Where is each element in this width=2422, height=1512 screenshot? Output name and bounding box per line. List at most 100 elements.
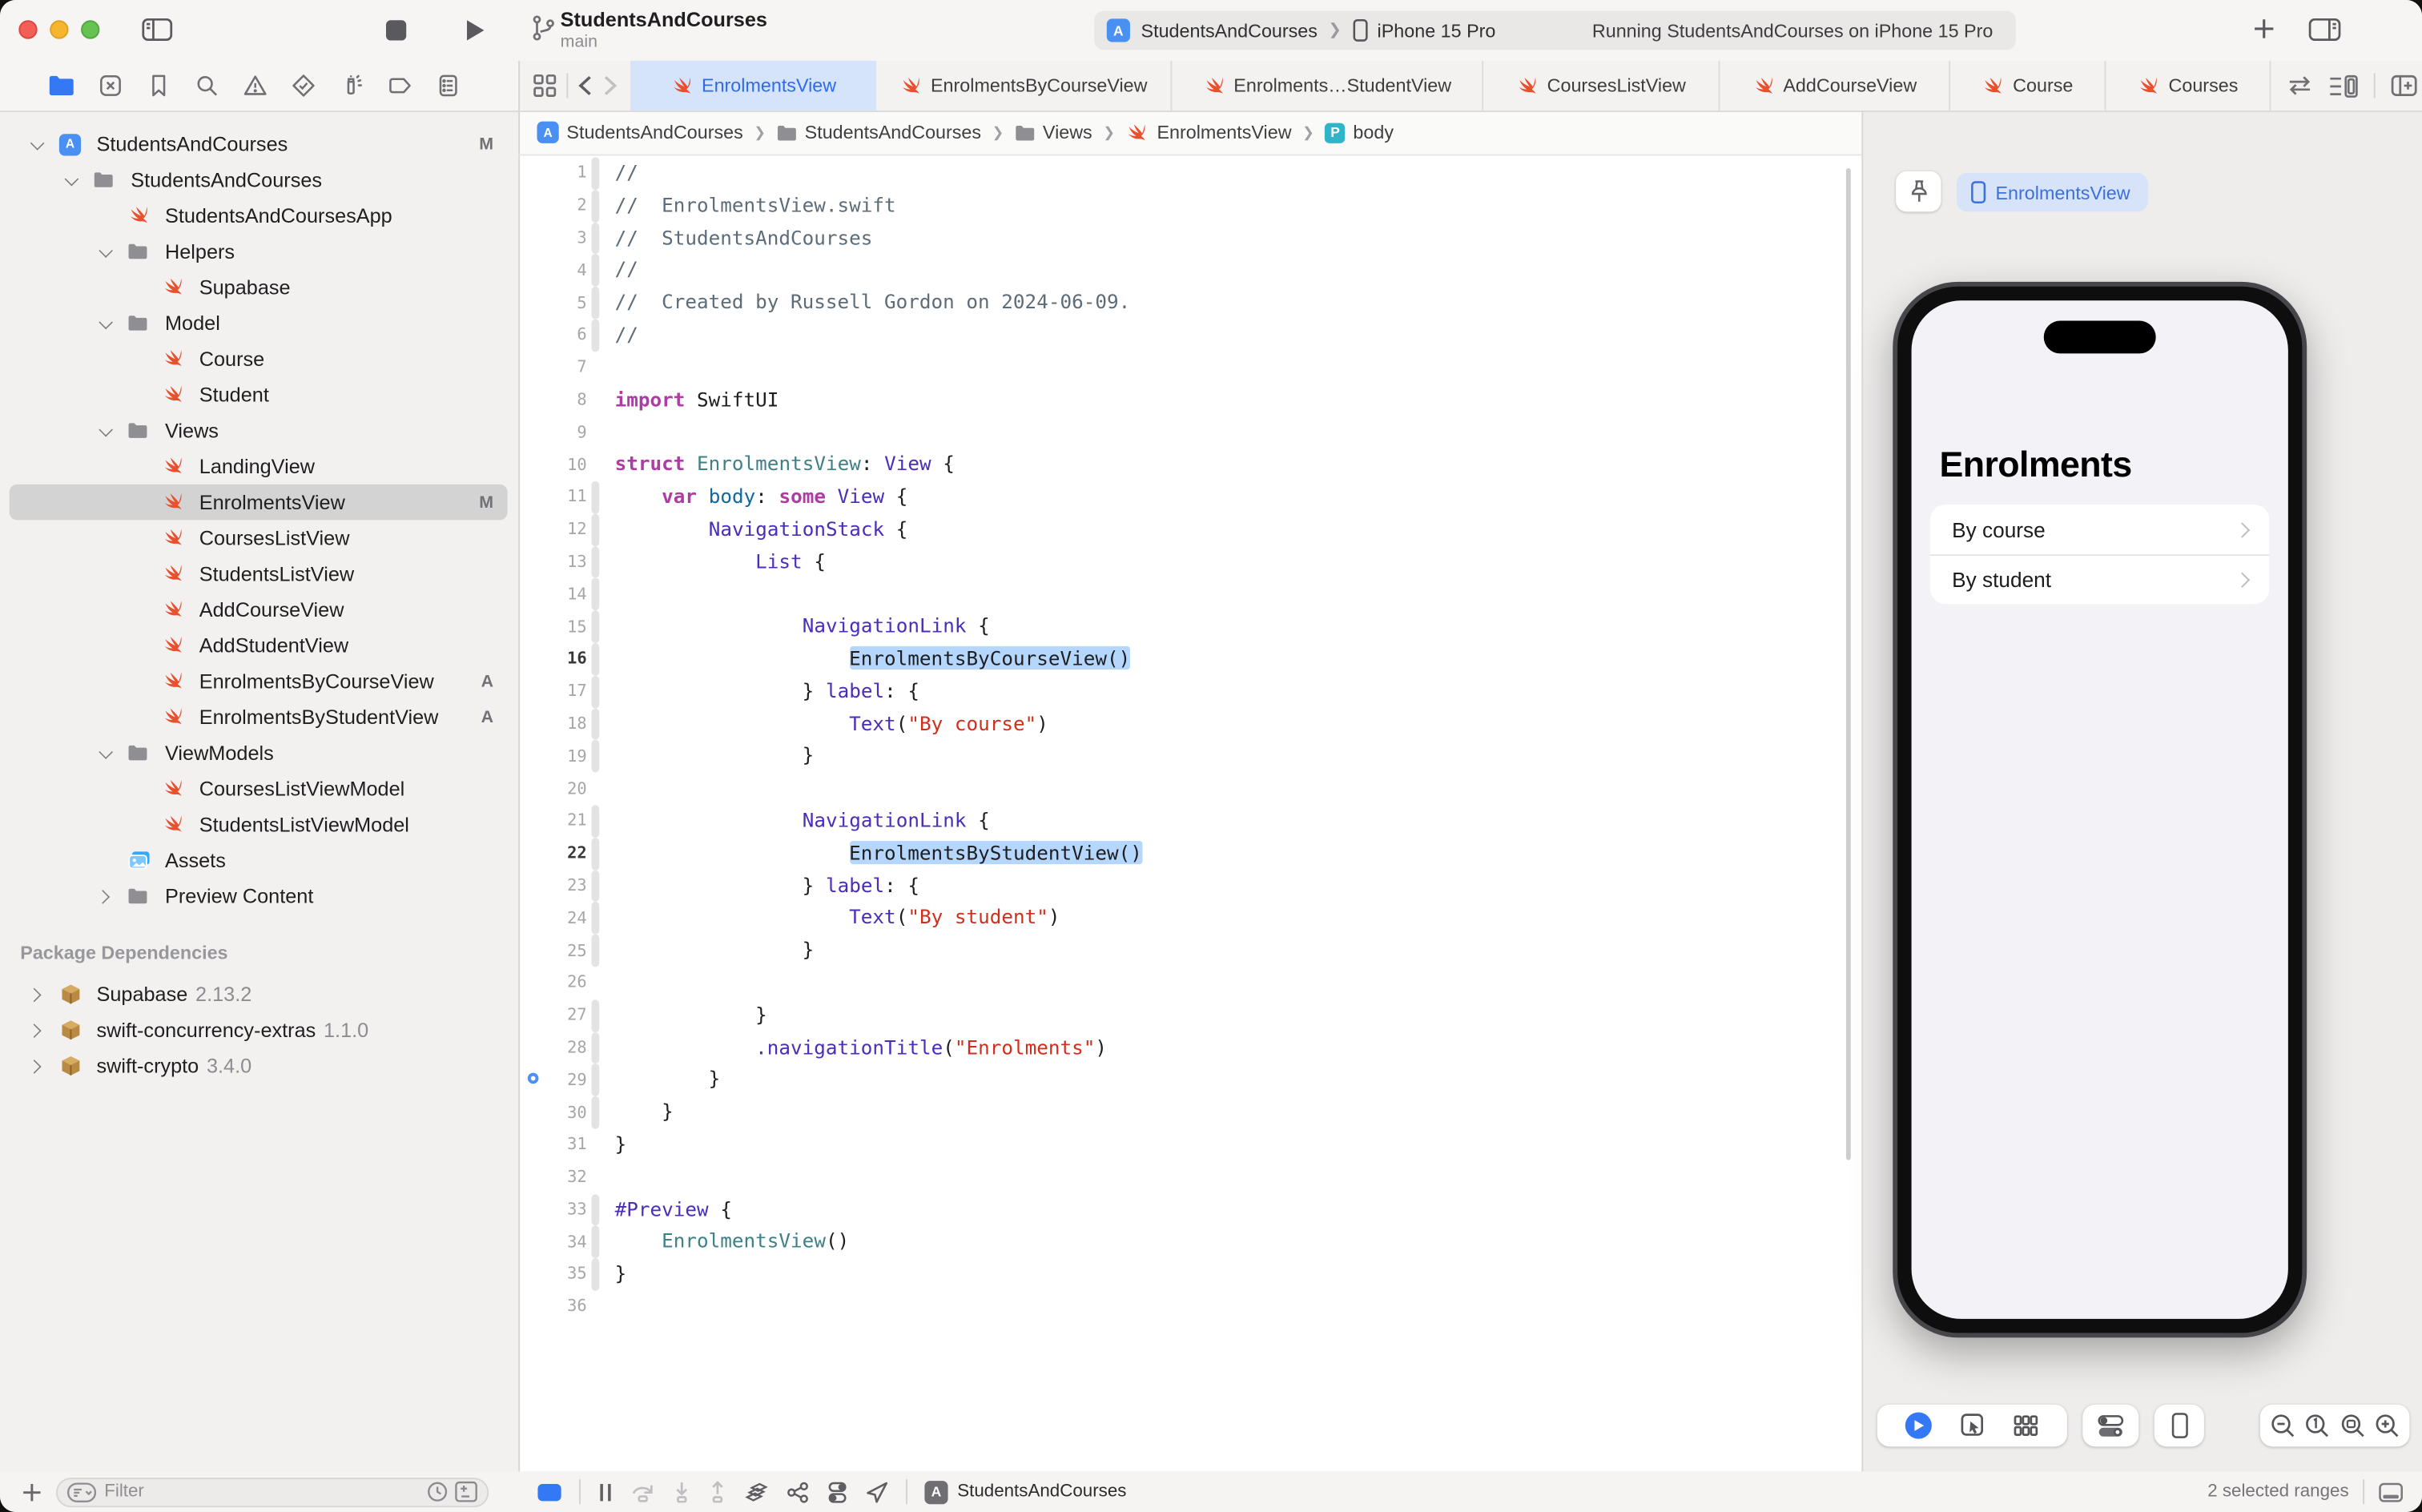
device-settings-button[interactable] — [2082, 1405, 2138, 1446]
code-line-10[interactable]: 10struct EnrolmentsView: View { — [518, 448, 1861, 481]
debug-navigator-icon[interactable] — [340, 73, 364, 98]
sidebar-item-studentslistview[interactable]: StudentsListView — [0, 556, 518, 592]
sidebar-item-helpers[interactable]: Helpers — [0, 234, 518, 270]
chevron-down-icon[interactable] — [99, 247, 115, 256]
ios-list-row-by-student[interactable]: By student — [1930, 554, 2270, 604]
sidebar-item-model[interactable]: Model — [0, 305, 518, 341]
editor-tab-courseslistview[interactable]: CoursesListView — [1483, 61, 1720, 111]
sidebar-item-studentslistviewmodel[interactable]: StudentsListViewModel — [0, 806, 518, 842]
preview-device-button[interactable] — [2154, 1405, 2204, 1446]
debug-hierarchy-icon[interactable] — [786, 1480, 809, 1503]
sidebar-item-courseslistviewmodel[interactable]: CoursesListViewModel — [0, 770, 518, 806]
chevron-right-icon[interactable] — [99, 890, 115, 903]
environment-overrides-icon[interactable] — [827, 1480, 848, 1503]
related-items-icon[interactable] — [533, 73, 557, 98]
breadcrumb-item[interactable]: AStudentsAndCourses — [537, 122, 742, 143]
jump-bar[interactable]: AStudentsAndCourses❯StudentsAndCourses❯V… — [518, 111, 1861, 154]
search-navigator-icon[interactable] — [195, 73, 219, 98]
sidebar-item-enrolmentsbycourseview[interactable]: EnrolmentsByCourseViewA — [0, 663, 518, 699]
minimize-window-button[interactable] — [50, 20, 68, 38]
chevron-down-icon[interactable] — [99, 319, 115, 328]
editor-scrollbar[interactable] — [1846, 168, 1851, 1160]
code-line-7[interactable]: 7 — [518, 352, 1861, 384]
test-navigator-icon[interactable] — [291, 73, 316, 98]
chevron-down-icon[interactable] — [99, 748, 115, 758]
code-line-3[interactable]: 3// StudentsAndCourses — [518, 222, 1861, 254]
sidebar-item-student[interactable]: Student — [0, 377, 518, 413]
zoom-window-button[interactable] — [81, 20, 99, 38]
code-line-17[interactable]: 17 } label: { — [518, 675, 1861, 707]
code-line-1[interactable]: 1// — [518, 157, 1861, 189]
code-line-12[interactable]: 12 NavigationStack { — [518, 513, 1861, 545]
package-item-swift-concurrency-extras[interactable]: swift-concurrency-extras1.1.0 — [0, 1012, 518, 1048]
code-line-15[interactable]: 15 NavigationLink { — [518, 611, 1861, 643]
iphone-screen[interactable]: Enrolments By courseBy student — [1912, 300, 2288, 1319]
breakpoint-navigator-icon[interactable] — [388, 73, 412, 98]
source-editor[interactable]: 1//2// EnrolmentsView.swift3// StudentsA… — [518, 154, 1861, 1471]
bookmark-navigator-icon[interactable] — [147, 73, 171, 98]
breadcrumb-item[interactable]: StudentsAndCourses — [777, 122, 981, 143]
code-line-30[interactable]: 30 } — [518, 1096, 1861, 1128]
code-line-23[interactable]: 23 } label: { — [518, 870, 1861, 902]
source-control-x-icon[interactable] — [98, 73, 123, 98]
destination-name[interactable]: iPhone 15 Pro — [1378, 19, 1496, 41]
step-out-icon[interactable] — [708, 1481, 726, 1502]
step-into-icon[interactable] — [673, 1481, 691, 1502]
breadcrumb-item[interactable]: EnrolmentsView — [1126, 121, 1292, 144]
code-line-19[interactable]: 19 } — [518, 740, 1861, 772]
chevron-down-icon[interactable] — [66, 175, 81, 185]
code-line-9[interactable]: 9 — [518, 416, 1861, 448]
code-line-22[interactable]: 22 EnrolmentsByStudentView() — [518, 838, 1861, 870]
variants-icon[interactable] — [2013, 1413, 2039, 1439]
code-line-25[interactable]: 25 } — [518, 935, 1861, 967]
go-back-icon[interactable] — [577, 74, 593, 96]
chevron-right-icon[interactable] — [31, 1060, 46, 1072]
chevron-down-icon[interactable] — [99, 426, 115, 436]
zoom-out-icon[interactable] — [2269, 1413, 2295, 1439]
chevron-right-icon[interactable] — [31, 988, 46, 1001]
code-line-35[interactable]: 35} — [518, 1258, 1861, 1290]
toggle-right-sidebar-icon[interactable] — [2308, 17, 2341, 42]
sidebar-item-views[interactable]: Views — [0, 412, 518, 448]
code-line-20[interactable]: 20 — [518, 773, 1861, 805]
simulate-location-icon[interactable] — [866, 1480, 889, 1503]
sidebar-item-supabase[interactable]: Supabase — [0, 269, 518, 305]
add-file-icon[interactable] — [22, 1482, 42, 1502]
toggle-debug-area-icon[interactable] — [2379, 1482, 2404, 1502]
swap-editor-icon[interactable] — [2287, 74, 2313, 96]
code-line-5[interactable]: 5// Created by Russell Gordon on 2024-06… — [518, 287, 1861, 319]
sidebar-item-studentsandcourses[interactable]: StudentsAndCourses — [0, 162, 518, 198]
code-line-26[interactable]: 26 — [518, 967, 1861, 999]
filter-field[interactable]: Filter — [56, 1477, 489, 1506]
zoom-100-icon[interactable] — [2304, 1413, 2331, 1439]
pin-preview-button[interactable] — [1896, 171, 1941, 212]
source-control-status-icon[interactable] — [454, 1481, 477, 1502]
code-line-31[interactable]: 31} — [518, 1128, 1861, 1160]
code-line-36[interactable]: 36 — [518, 1291, 1861, 1323]
preview-target-pill[interactable]: EnrolmentsView — [1957, 173, 2149, 212]
sidebar-item-addcourseview[interactable]: AddCourseView — [0, 592, 518, 628]
toggle-left-sidebar-icon[interactable] — [142, 17, 173, 42]
sidebar-item-assets[interactable]: Assets — [0, 842, 518, 879]
add-editor-icon[interactable] — [2391, 74, 2417, 96]
run-button[interactable] — [462, 17, 487, 43]
editor-tab-course[interactable]: Course — [1950, 61, 2106, 111]
report-navigator-icon[interactable] — [436, 73, 461, 98]
breadcrumb-item[interactable]: Pbody — [1325, 122, 1394, 143]
code-line-6[interactable]: 6// — [518, 320, 1861, 352]
issue-navigator-icon[interactable] — [243, 73, 268, 98]
code-line-8[interactable]: 8import SwiftUI — [518, 384, 1861, 416]
activity-view[interactable]: A StudentsAndCourses ❯ iPhone 15 Pro Run… — [1094, 11, 2016, 50]
chevron-down-icon[interactable] — [31, 139, 46, 149]
chevron-right-icon[interactable] — [31, 1023, 46, 1036]
editor-options-icon[interactable] — [2328, 74, 2358, 97]
code-line-32[interactable]: 32 — [518, 1161, 1861, 1193]
go-forward-icon[interactable] — [602, 74, 618, 96]
code-line-2[interactable]: 2// EnrolmentsView.swift — [518, 190, 1861, 222]
sidebar-item-studentsandcoursesapp[interactable]: StudentsAndCoursesApp — [0, 198, 518, 234]
pause-execution-icon[interactable] — [597, 1482, 613, 1502]
zoom-in-icon[interactable] — [2374, 1413, 2400, 1439]
code-line-21[interactable]: 21 NavigationLink { — [518, 805, 1861, 837]
code-line-34[interactable]: 34 EnrolmentsView() — [518, 1226, 1861, 1258]
editor-tab-courses[interactable]: Courses — [2106, 61, 2271, 111]
